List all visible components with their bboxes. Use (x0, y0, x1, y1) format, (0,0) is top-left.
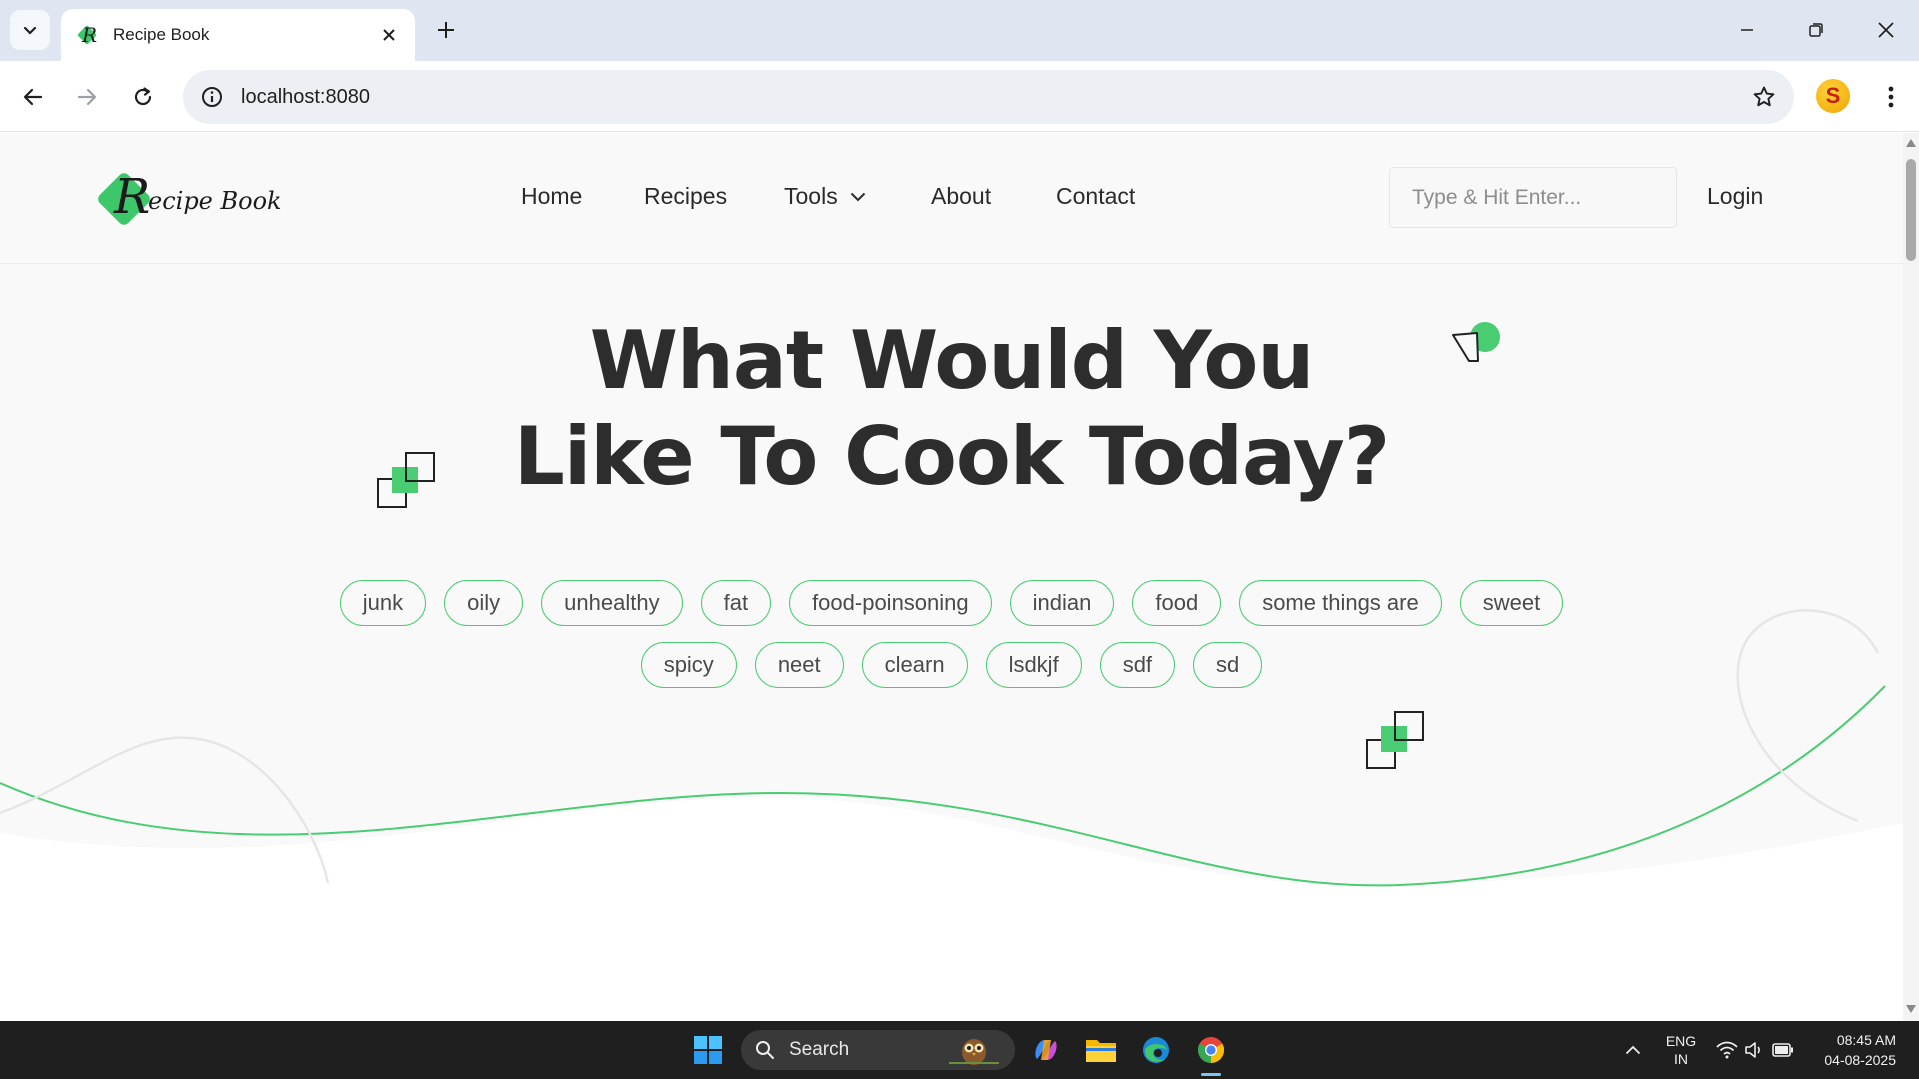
chevron-up-icon (1625, 1045, 1641, 1055)
file-explorer-app[interactable] (1081, 1030, 1121, 1070)
logo-text: ecipe Book (148, 187, 282, 215)
taskbar-search[interactable]: Search (741, 1030, 1015, 1070)
bookmark-star-icon[interactable] (1744, 77, 1784, 117)
login-link[interactable]: Login (1707, 183, 1763, 210)
url-text[interactable]: localhost:8080 (241, 86, 1744, 109)
chevron-down-icon (23, 26, 37, 35)
chrome-app[interactable] (1191, 1030, 1231, 1070)
edge-browser-icon (1143, 1037, 1169, 1063)
tag-pill[interactable]: food-poinsoning (789, 580, 992, 626)
tab-close-icon[interactable] (377, 23, 401, 47)
edge-app[interactable] (1136, 1030, 1176, 1070)
close-icon (1878, 22, 1894, 38)
reload-icon (134, 87, 152, 106)
tag-pill[interactable]: sd (1193, 642, 1263, 688)
browser-tab[interactable]: R Recipe Book (61, 9, 415, 61)
arrow-right-icon (77, 88, 97, 106)
hero-title-line2: Like To Cook Today? (513, 410, 1390, 503)
tag-list: junk oily unhealthy fat food-poinsoning india… (300, 580, 1603, 688)
taskbar-search-label: Search (789, 1039, 850, 1060)
site-logo[interactable]: R ecipe Book (95, 169, 282, 231)
site-navbar: R ecipe Book Home Recipes Tools About Co… (0, 133, 1903, 264)
browser-menu-button[interactable] (1871, 77, 1911, 117)
browser-toolbar: localhost:8080 S (0, 61, 1919, 132)
nav-about[interactable]: About (931, 183, 991, 210)
clock-date: 04-08-2025 (1824, 1052, 1896, 1068)
forward-button[interactable] (67, 77, 107, 117)
scrollbar-thumb[interactable] (1906, 159, 1916, 261)
address-bar[interactable]: localhost:8080 (183, 70, 1794, 124)
copilot-app[interactable] (1026, 1030, 1066, 1070)
windows-logo-icon (694, 1036, 722, 1064)
active-app-indicator (1201, 1073, 1221, 1076)
close-window-button[interactable] (1864, 10, 1908, 50)
battery-icon (1772, 1043, 1793, 1057)
tag-pill[interactable]: spicy (640, 642, 737, 688)
scroll-down-icon[interactable] (1905, 1003, 1917, 1015)
start-button[interactable] (688, 1030, 728, 1070)
tag-pill[interactable]: some things are (1239, 580, 1442, 626)
restore-button[interactable] (1794, 10, 1838, 50)
language-indicator[interactable]: ENG IN (1661, 1032, 1701, 1068)
browser-tabstrip: R Recipe Book (0, 0, 1919, 61)
owl-search-highlight-icon (949, 1039, 999, 1065)
restore-icon (1809, 23, 1823, 37)
back-button[interactable] (13, 77, 53, 117)
tag-pill[interactable]: indian (1009, 580, 1115, 626)
tag-pill[interactable]: neet (754, 642, 844, 688)
hero-title: What Would You Like To Cook Today? (0, 313, 1903, 505)
minimize-button[interactable] (1725, 10, 1769, 50)
region-code: IN (1674, 1051, 1688, 1067)
nav-home[interactable]: Home (521, 183, 582, 210)
quick-settings[interactable] (1706, 1030, 1804, 1070)
tag-pill[interactable]: junk (339, 580, 427, 626)
language-code: ENG (1665, 1033, 1697, 1049)
tag-pill[interactable]: sweet (1459, 580, 1564, 626)
wifi-icon (1716, 1041, 1738, 1059)
plus-icon (438, 22, 454, 38)
tag-pill[interactable]: food (1132, 580, 1222, 626)
reload-button[interactable] (123, 77, 163, 117)
minimize-icon (1741, 29, 1753, 31)
windows-taskbar: Search ENG IN 08:45 AM 04-08-2025 (0, 1021, 1919, 1079)
tag-pill[interactable]: unhealthy (541, 580, 683, 626)
nav-recipes[interactable]: Recipes (644, 183, 727, 210)
volume-icon (1745, 1042, 1760, 1058)
scroll-up-icon[interactable] (1905, 137, 1917, 149)
clock-time: 08:45 AM (1836, 1032, 1896, 1048)
new-tab-button[interactable] (430, 14, 462, 46)
search-icon (756, 1041, 774, 1059)
nav-contact[interactable]: Contact (1056, 183, 1135, 210)
chevron-down-icon (850, 192, 865, 201)
folder-icon (1086, 1040, 1116, 1062)
tag-pill[interactable]: lsdkjf (985, 642, 1082, 688)
recipe-book-favicon: R (75, 23, 99, 47)
profile-avatar[interactable]: S (1816, 79, 1850, 113)
copilot-icon (1035, 1040, 1057, 1060)
svg-text:R: R (81, 23, 97, 47)
page-viewport: R ecipe Book Home Recipes Tools About Co… (0, 133, 1903, 1021)
nav-tools-label: Tools (784, 183, 838, 209)
hero-background (0, 133, 1903, 1021)
hero-title-line1: What Would You (589, 314, 1315, 407)
logo-letter: R (114, 169, 151, 225)
tag-pill[interactable]: fat (700, 580, 772, 626)
page-scrollbar[interactable] (1903, 133, 1919, 1021)
system-clock[interactable]: 08:45 AM 04-08-2025 (1804, 1030, 1896, 1070)
tab-title: Recipe Book (113, 25, 210, 44)
tray-overflow-button[interactable] (1613, 1030, 1653, 1070)
chrome-browser-icon (1197, 1037, 1225, 1064)
site-info-icon[interactable] (199, 84, 225, 110)
nav-tools-dropdown[interactable]: Tools (784, 183, 866, 210)
arrow-left-icon (23, 88, 43, 106)
tag-pill[interactable]: clearn (861, 642, 968, 688)
tag-pill[interactable]: oily (444, 580, 524, 626)
site-search-input[interactable] (1412, 185, 1683, 210)
site-search-box (1389, 167, 1683, 228)
decorative-squares-bottom (1366, 711, 1424, 769)
tag-pill[interactable]: sdf (1099, 642, 1176, 688)
more-vertical-icon (1888, 86, 1894, 108)
tab-search-button[interactable] (10, 10, 50, 50)
